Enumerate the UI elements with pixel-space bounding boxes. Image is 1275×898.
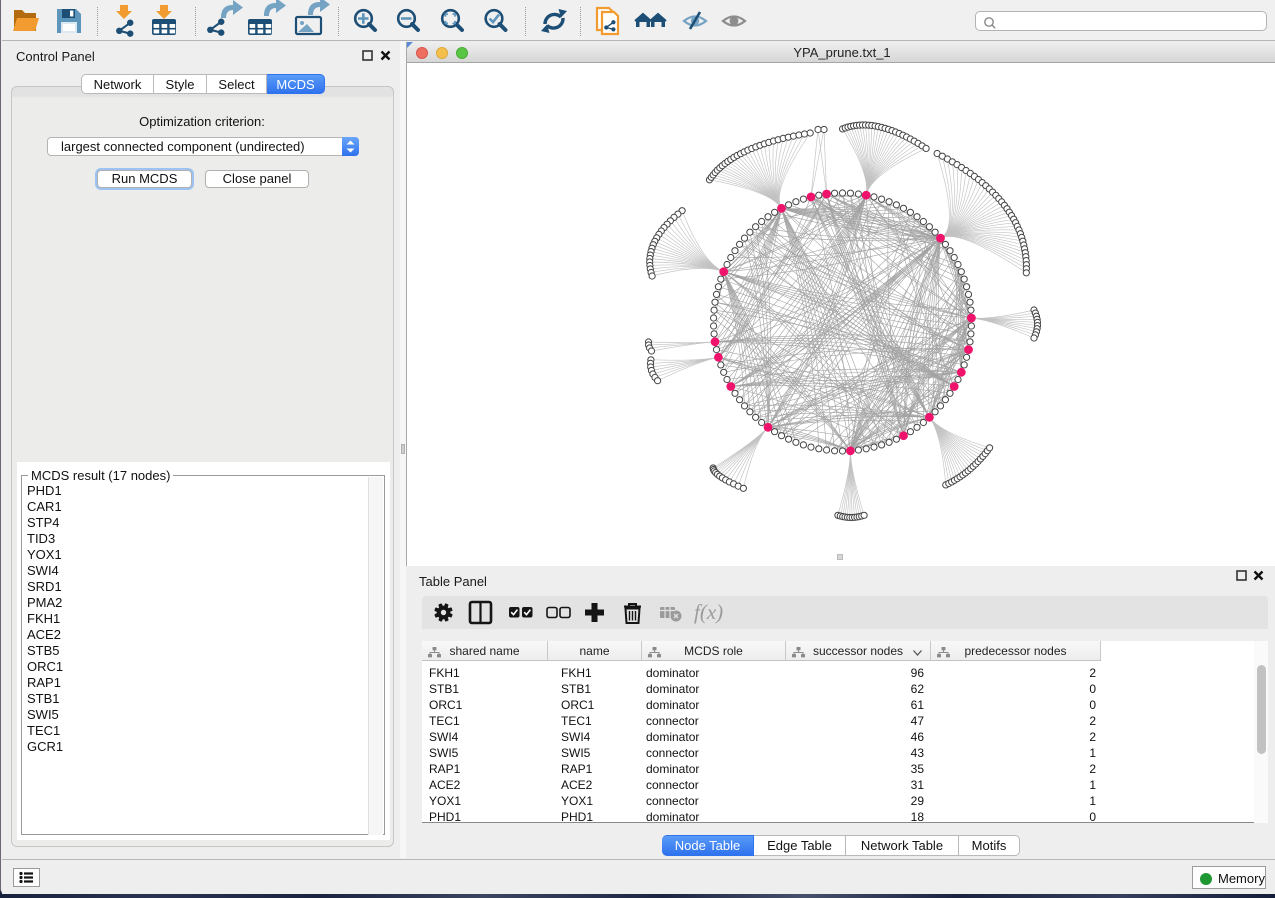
svg-text:f(x): f(x) bbox=[694, 600, 723, 624]
